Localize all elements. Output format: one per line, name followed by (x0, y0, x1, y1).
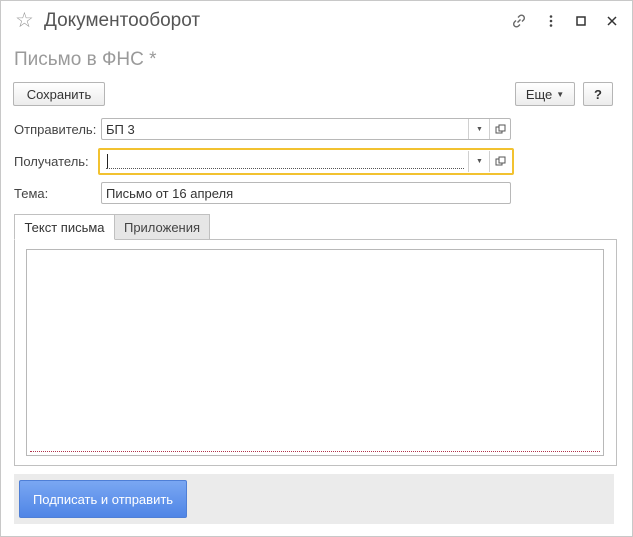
subject-field[interactable]: Письмо от 16 апреля (101, 182, 511, 204)
sender-field[interactable]: БП 3 ▼ (101, 118, 511, 140)
chevron-down-icon: ▼ (476, 158, 483, 165)
sender-open-button[interactable] (489, 119, 511, 139)
footer-bar: Подписать и отправить (14, 474, 614, 524)
kebab-menu-icon[interactable] (541, 11, 561, 31)
subject-label: Тема: (14, 186, 49, 201)
subject-value: Письмо от 16 апреля (106, 186, 234, 201)
document-window: ☆ Документооборот Письмо в ФНС * Сохрани… (0, 0, 633, 537)
recipient-dropdown-button[interactable]: ▼ (468, 151, 490, 172)
recipient-field[interactable]: ▼ (98, 148, 514, 175)
sender-value: БП 3 (106, 122, 135, 137)
tab-panel-letter-text (14, 239, 617, 466)
title-bar: ☆ Документооборот (1, 1, 632, 41)
more-label: Еще (525, 86, 553, 102)
sender-label: Отправитель: (14, 122, 97, 137)
chevron-down-icon: ▼ (556, 89, 565, 99)
star-icon[interactable]: ☆ (15, 9, 34, 33)
more-button[interactable]: Еще ▼ (515, 82, 575, 106)
open-icon (495, 156, 506, 166)
letter-text-area[interactable] (26, 249, 604, 456)
text-cursor (107, 154, 108, 168)
help-button[interactable]: ? (583, 82, 613, 106)
link-icon[interactable] (509, 11, 529, 31)
form-title: Письмо в ФНС * (14, 49, 157, 70)
recipient-label: Получатель: (14, 154, 89, 169)
recipient-open-button[interactable] (489, 151, 511, 172)
open-icon (495, 124, 506, 133)
close-icon[interactable] (602, 11, 622, 31)
chevron-down-icon: ▼ (476, 125, 483, 133)
recipient-underline (106, 168, 464, 169)
sender-dropdown-button[interactable]: ▼ (468, 119, 490, 139)
maximize-icon[interactable] (571, 11, 591, 31)
sign-and-send-button[interactable]: Подписать и отправить (19, 480, 187, 518)
app-title: Документооборот (44, 10, 201, 31)
text-area-underline (30, 451, 600, 452)
save-button[interactable]: Сохранить (13, 82, 105, 106)
tab-letter-text[interactable]: Текст письма (14, 214, 115, 240)
tab-attachments[interactable]: Приложения (114, 214, 210, 240)
